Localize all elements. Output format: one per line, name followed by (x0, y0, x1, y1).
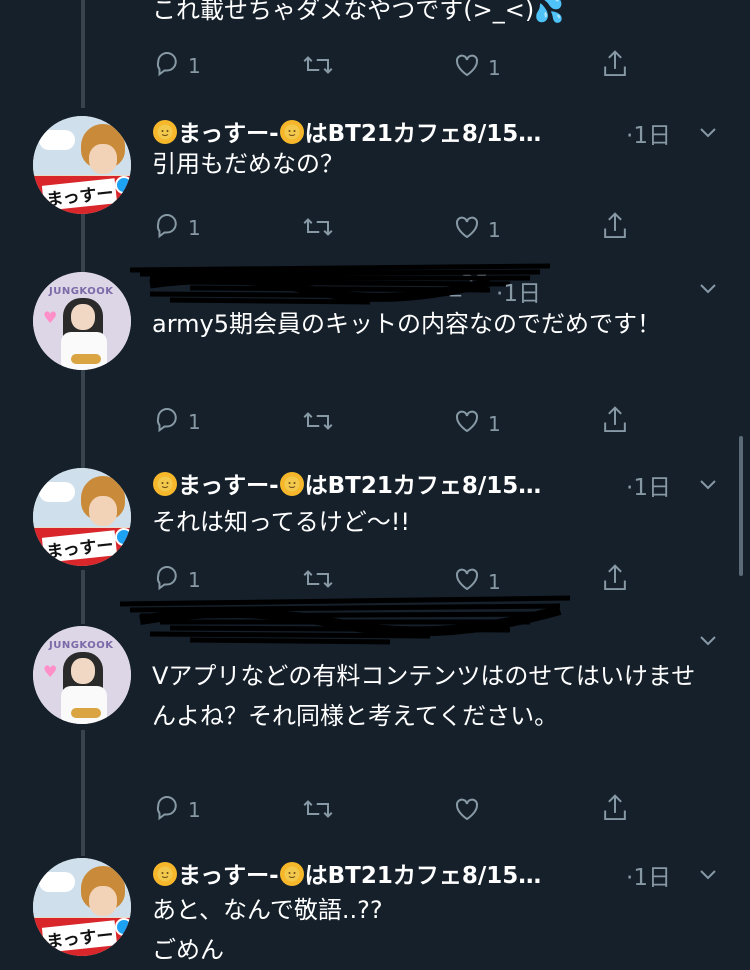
tweet-time[interactable]: ·1日 (496, 274, 541, 308)
tweet[interactable]: JUNGKOOK ♥ Vアプリなどの有料コンテンツはのせてはいけませんよね？それ同… (0, 595, 750, 850)
reply-button[interactable]: 1 (152, 404, 201, 444)
reply-button[interactable]: 1 (152, 48, 201, 88)
like-icon (455, 216, 479, 239)
reply-icon (156, 795, 177, 821)
avatar-label: JUNGKOOK (49, 286, 114, 297)
share-button[interactable] (600, 562, 630, 602)
share-icon (604, 564, 626, 591)
retweet-button[interactable] (300, 212, 336, 252)
chevron-down-icon[interactable] (696, 120, 720, 144)
display-name[interactable]: まっすー- はBT21カフェ8/15… (152, 856, 541, 890)
avatar-label: JUNGKOOK (49, 640, 114, 651)
chevron-down-icon[interactable] (696, 862, 720, 886)
tweet-text: Vアプリなどの有料コンテンツはのせてはいけませんよね？それ同様と考えてください。 (152, 662, 696, 730)
reply-icon (156, 213, 177, 239)
like-icon (455, 54, 479, 77)
display-name[interactable]: まっすー- はBT21カフェ8/15… (152, 466, 541, 500)
reply-button[interactable]: 1 (152, 792, 201, 832)
avatar[interactable]: まっすー (33, 116, 131, 214)
reply-count: 1 (188, 54, 201, 78)
reply-icon (156, 565, 177, 591)
avatar[interactable]: まっすー (33, 858, 131, 956)
tweet[interactable]: JUNGKOOK ♥ _25 ·1日 army5期会員のキットの内容なのでだめです… (0, 260, 750, 460)
display-name[interactable]: まっすー- はBT21カフェ8/15… (152, 114, 541, 148)
tweet-text: あと、なんで敬語..?? ごめん (152, 896, 383, 964)
chevron-down-icon[interactable] (696, 628, 720, 652)
share-icon (604, 50, 626, 77)
reply-count: 1 (188, 410, 201, 434)
chevron-down-icon[interactable] (696, 472, 720, 496)
like-icon (455, 798, 479, 821)
sun-emoji-icon (279, 862, 304, 886)
sun-emoji-icon (153, 862, 177, 886)
reply-count: 1 (188, 568, 201, 592)
retweet-button[interactable] (300, 406, 336, 446)
like-count: 1 (488, 412, 501, 436)
reply-count: 1 (188, 798, 201, 822)
share-icon (604, 212, 626, 239)
share-button[interactable] (600, 48, 630, 88)
sun-emoji-icon (279, 120, 304, 144)
share-button[interactable] (600, 210, 630, 250)
tweet[interactable]: これ載せちゃダメなやつです(>_<)💦 1 1 (0, 0, 750, 100)
retweet-icon (303, 412, 333, 430)
sun-emoji-icon (279, 472, 304, 496)
tweet-time[interactable]: ·1日 (626, 858, 671, 892)
tweet-text: army5期会員のキットの内容なのでだめです！ (152, 310, 662, 338)
reply-icon (156, 51, 177, 77)
sun-emoji-icon (153, 120, 177, 144)
like-button[interactable]: 1 (452, 406, 501, 446)
like-button[interactable] (452, 794, 482, 834)
tweet-time[interactable]: ·1日 (626, 468, 671, 502)
like-count: 1 (488, 218, 501, 242)
retweet-button[interactable] (300, 50, 336, 90)
retweet-button[interactable] (300, 794, 336, 834)
reply-icon (156, 407, 177, 433)
reply-button[interactable]: 1 (152, 210, 201, 250)
sun-emoji-icon (153, 472, 177, 496)
like-button[interactable]: 1 (452, 50, 501, 90)
like-icon (455, 410, 479, 433)
like-count: 1 (488, 56, 501, 80)
redaction-scribble (129, 263, 551, 305)
scrollbar[interactable] (739, 436, 743, 576)
retweet-icon (303, 800, 333, 818)
share-button[interactable] (600, 792, 630, 832)
reply-count: 1 (188, 216, 201, 240)
retweet-icon (303, 218, 333, 236)
tweet-text: これ載せちゃダメなやつです(>_<)💦 (152, 0, 565, 24)
share-button[interactable] (600, 404, 630, 444)
avatar[interactable]: まっすー (33, 468, 131, 566)
tweet-text: 引用もだめなの？ (152, 150, 344, 178)
tweet-text: それは知ってるけど〜!! (152, 508, 411, 536)
redaction-scribble (119, 595, 571, 645)
share-icon (604, 406, 626, 433)
tweet[interactable]: まっすー まっすー- はBT21カフェ8/15… ·1日 引用もだめなの？ 1 1 (0, 100, 750, 260)
retweet-icon (303, 56, 333, 74)
share-icon (604, 794, 626, 821)
chevron-down-icon[interactable] (696, 276, 720, 300)
tweet[interactable]: まっすー まっすー- はBT21カフェ8/15… ·1日 あと、なんで敬語..??… (0, 850, 750, 970)
like-button[interactable]: 1 (452, 212, 501, 252)
